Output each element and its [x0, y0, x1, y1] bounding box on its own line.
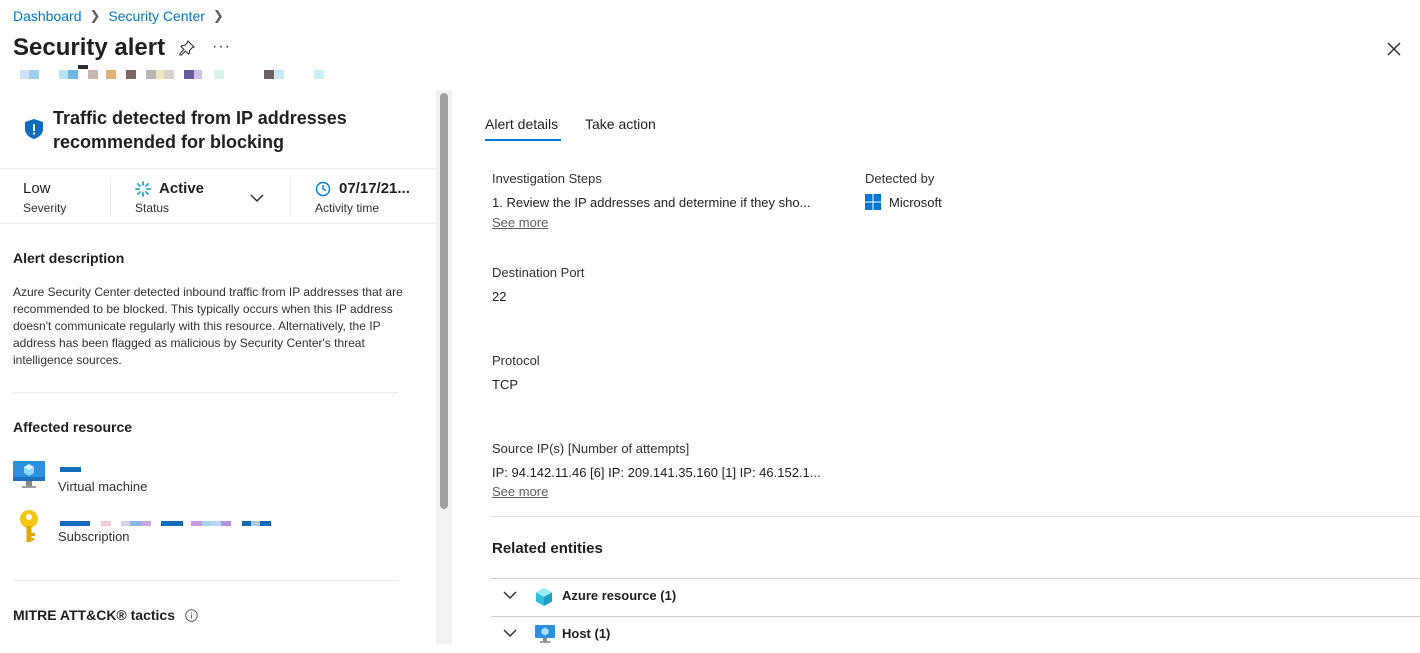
see-more-link[interactable]: See more: [492, 215, 548, 230]
redacted-resource-name: [60, 467, 81, 472]
related-entity-azure-resource[interactable]: Azure resource (1): [491, 578, 1420, 615]
mitre-tactics: MITRE ATT&CK® tactics: [13, 607, 198, 623]
scrollbar-thumb[interactable]: [440, 93, 448, 509]
alert-description-text: Azure Security Center detected inbound t…: [13, 285, 403, 367]
investigation-steps-label: Investigation Steps: [492, 171, 602, 186]
affected-resource-type: Virtual machine: [58, 479, 148, 494]
mitre-tactics-heading: MITRE ATT&CK® tactics: [13, 607, 175, 623]
severity-label: Severity: [23, 201, 67, 215]
page-title: Security alert: [13, 34, 166, 61]
breadcrumb: Dashboard ❯ Security Center ❯: [13, 8, 232, 24]
activity-time-label: Activity time: [315, 201, 380, 215]
chevron-down-icon[interactable]: [503, 588, 517, 603]
status-value: Active: [159, 180, 205, 197]
tab-alert-details[interactable]: Alert details: [485, 116, 558, 132]
divider: [491, 516, 1420, 517]
chevron-down-icon[interactable]: [250, 190, 264, 208]
tab-selected-indicator: [485, 139, 561, 141]
key-icon: [18, 510, 40, 549]
detected-by-value: Microsoft: [889, 194, 942, 210]
chevron-right-icon: ❯: [89, 8, 101, 23]
ellipsis-icon[interactable]: ···: [212, 38, 231, 56]
see-more-link[interactable]: See more: [492, 484, 548, 499]
pin-icon[interactable]: [179, 39, 196, 60]
severity-field: Low Severity: [23, 180, 66, 215]
alert-title: Traffic detected from IP addresses recom…: [53, 108, 347, 152]
related-entity-label: Azure resource (1): [562, 588, 677, 603]
breadcrumb-dashboard[interactable]: Dashboard: [13, 8, 82, 24]
shield-icon: [24, 118, 44, 145]
divider: [110, 178, 111, 216]
cube-icon: [535, 587, 553, 612]
source-ips-value: IP: 94.142.11.46 [6] IP: 209.141.35.160 …: [492, 465, 821, 480]
host-icon: [535, 625, 555, 648]
activity-time-field: 07/17/21... Activity time: [315, 180, 410, 215]
tab-take-action[interactable]: Take action: [585, 116, 656, 132]
breadcrumb-security-center[interactable]: Security Center: [108, 8, 204, 24]
divider: [290, 178, 291, 216]
protocol-value: TCP: [492, 377, 518, 392]
virtual-machine-icon: [13, 460, 45, 495]
activity-time-value: 07/17/21...: [339, 180, 410, 197]
close-icon[interactable]: [1387, 38, 1401, 60]
detected-by: Microsoft: [865, 194, 942, 210]
protocol-label: Protocol: [492, 353, 540, 368]
windows-icon: [865, 194, 881, 210]
divider: [13, 392, 398, 393]
status-field[interactable]: Active Status: [135, 180, 204, 215]
subscription-label: Subscription: [58, 529, 130, 544]
destination-port-value: 22: [492, 289, 507, 304]
related-entity-label: Host (1): [562, 626, 611, 641]
divider: [0, 223, 436, 224]
chevron-right-icon: ❯: [212, 8, 224, 23]
status-label: Status: [135, 201, 170, 215]
alert-description-heading: Alert description: [13, 250, 125, 266]
divider: [0, 168, 436, 169]
redacted-subscription-id: [60, 521, 271, 526]
chevron-down-icon[interactable]: [503, 626, 517, 641]
affected-resource-heading: Affected resource: [13, 419, 133, 435]
redacted-subtitle: [20, 65, 324, 80]
divider: [13, 580, 398, 581]
investigation-steps-value: 1. Review the IP addresses and determine…: [492, 195, 811, 210]
spinner-icon: [135, 180, 151, 197]
related-entity-host[interactable]: Host (1): [491, 616, 1420, 653]
destination-port-label: Destination Port: [492, 265, 585, 280]
clock-icon: [315, 181, 331, 197]
detected-by-label: Detected by: [865, 171, 935, 186]
related-entities-heading: Related entities: [492, 540, 603, 557]
info-icon[interactable]: [185, 608, 198, 622]
severity-value: Low: [23, 180, 51, 197]
source-ips-label: Source IP(s) [Number of attempts]: [492, 441, 690, 456]
